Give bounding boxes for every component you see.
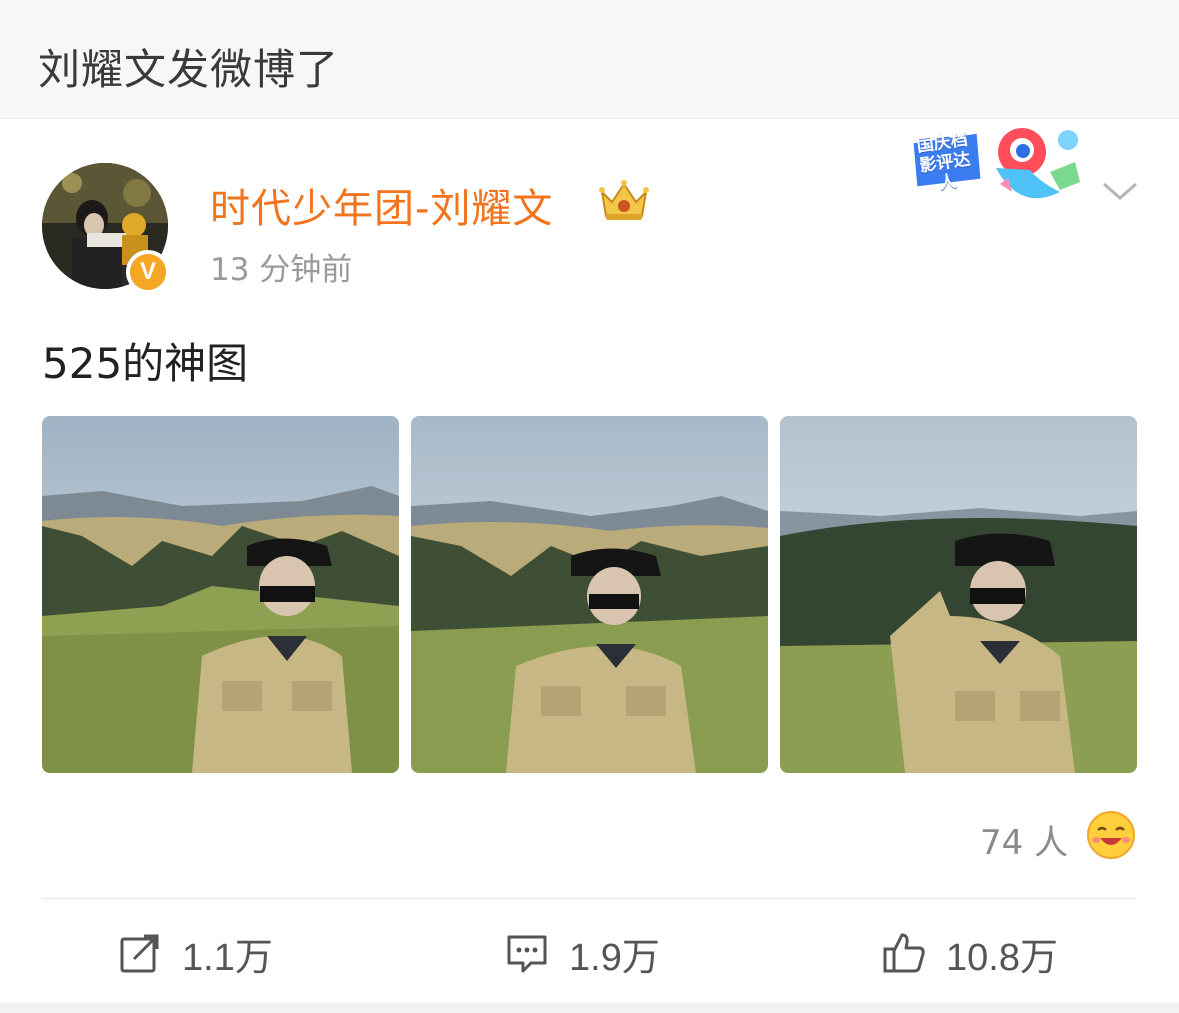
verified-badge-icon: V — [126, 250, 170, 294]
comment-count: 1.9万 — [569, 936, 660, 979]
bottom-bar — [0, 1003, 1179, 1013]
page-header: 刘耀文发微博了 — [0, 0, 1179, 119]
share-count: 1.1万 — [182, 936, 273, 979]
comment-icon — [507, 935, 547, 973]
post-photo[interactable] — [411, 416, 768, 773]
post-photo[interactable] — [780, 416, 1137, 773]
like-count: 10.8万 — [946, 936, 1058, 979]
page-title: 刘耀文发微博了 — [38, 45, 340, 94]
thumbs-up-icon — [883, 933, 925, 973]
post-time: 13 分钟前 — [210, 252, 353, 288]
post-photo[interactable] — [42, 416, 399, 773]
like-button[interactable]: 10.8万 — [882, 925, 1058, 981]
reaction-count[interactable]: 74 人 — [980, 815, 1068, 864]
share-button[interactable]: 1.1万 — [118, 925, 273, 981]
divider — [42, 898, 1137, 899]
author-name[interactable]: 时代少年团-刘耀文 — [210, 176, 553, 234]
chevron-down-icon[interactable] — [1100, 178, 1140, 204]
comment-button[interactable]: 1.9万 — [505, 925, 660, 981]
share-icon — [120, 934, 159, 973]
award-badge-label: 国庆档影评达人 — [915, 129, 972, 194]
laughing-emoji-icon[interactable] — [1086, 810, 1136, 860]
crown-icon — [599, 180, 649, 220]
post-text: 525的神图 — [42, 339, 249, 388]
